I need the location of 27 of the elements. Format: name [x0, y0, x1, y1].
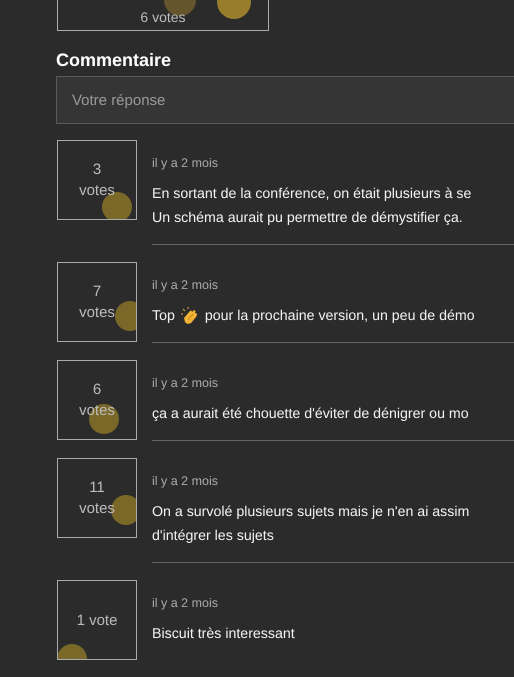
- comment-time: il y a 2 mois: [152, 473, 219, 490]
- vote-count: votes: [79, 303, 115, 323]
- vote-count: 6 votes: [140, 8, 186, 27]
- vote-count: 3: [92, 160, 102, 180]
- comment-text: On a survolé plusieurs sujets mais je n'en ai assim: [152, 503, 470, 522]
- answer-field[interactable]: Votre réponse: [56, 76, 514, 124]
- dot-marker: [115, 301, 136, 331]
- vote-count: votes: [79, 401, 115, 421]
- comment-text: ça a aurait été chouette d'éviter de dénigrer ou mo: [152, 405, 469, 424]
- comment-time: il y a 2 mois: [152, 375, 219, 392]
- vote-count: 11: [89, 478, 105, 498]
- clapping-hands-icon: [180, 306, 200, 326]
- section-title: Commentaire: [56, 49, 172, 71]
- comment-text: Biscuit très interessant: [152, 625, 295, 644]
- comment-text: En sortant de la conférence, on était plusieurs à se: [152, 185, 472, 204]
- comment-text: pour la prochaine version, un peu de démo: [204, 307, 475, 326]
- comment-text: Un schéma aurait pu permettre de démystifier ça.: [152, 209, 463, 228]
- vote-count: 6: [92, 380, 102, 400]
- comment-time: il y a 2 mois: [152, 595, 219, 612]
- vote-count: votes: [79, 181, 115, 201]
- vote-count: 7: [92, 282, 102, 302]
- comment-time: il y a 2 mois: [152, 277, 219, 294]
- comment-text: d'intégrer les sujets: [152, 527, 274, 546]
- vote-count: votes: [79, 499, 115, 519]
- comment-time: il y a 2 mois: [152, 155, 219, 172]
- vote-count: 1 vote: [76, 610, 118, 630]
- comment-text: Top: [152, 307, 175, 326]
